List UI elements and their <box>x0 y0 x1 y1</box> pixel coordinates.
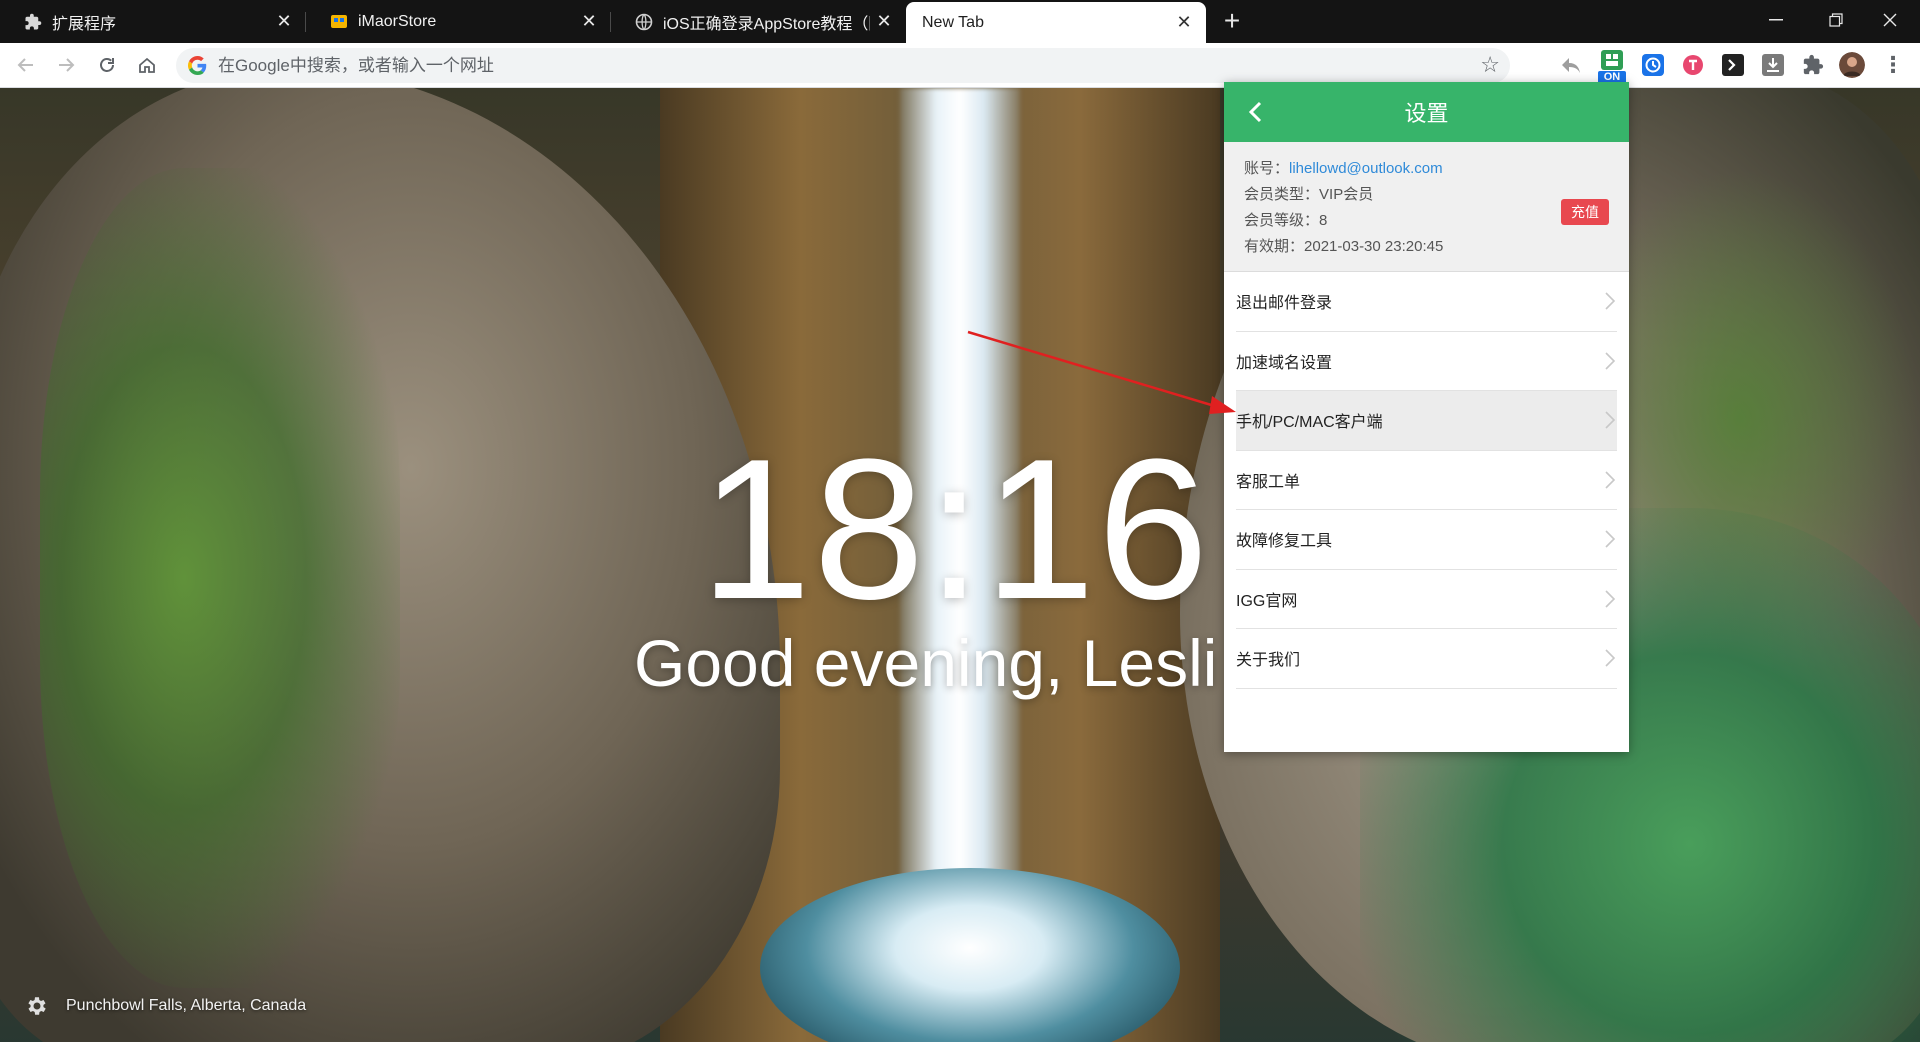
chevron-right-icon <box>1603 588 1617 610</box>
photo-credit: Punchbowl Falls, Alberta, Canada <box>24 994 306 1018</box>
chevron-right-icon <box>1603 528 1617 550</box>
menu-item-label: 客服工单 <box>1236 473 1301 491</box>
member-level-row: 会员等级：8 <box>1244 208 1609 234</box>
clock-time: 18:16 <box>700 418 1211 641</box>
chevron-right-icon <box>1603 647 1617 669</box>
globe-icon <box>635 13 653 31</box>
menu-item-repair-tool[interactable]: 故障修复工具 <box>1236 510 1617 570</box>
close-tab-icon[interactable]: ✕ <box>575 8 603 36</box>
restore-icon[interactable] <box>1806 0 1866 40</box>
tab-extensions[interactable]: 扩展程序 ✕ <box>0 0 306 43</box>
reply-arrow-icon[interactable] <box>1558 52 1584 78</box>
close-window-icon[interactable] <box>1860 0 1920 40</box>
chevron-right-icon <box>1603 409 1617 431</box>
chevron-right-icon <box>1603 350 1617 372</box>
member-type-value: VIP会员 <box>1319 186 1374 203</box>
minimize-icon[interactable] <box>1746 0 1806 40</box>
account-info: 账号：lihellowd@outlook.com 会员类型：VIP会员 会员等级… <box>1224 142 1629 272</box>
tab-strip: 扩展程序 ✕ iMaorStore ✕ iOS正确登录AppStore教程（防 … <box>0 0 1920 43</box>
popup-title: 设置 <box>1404 101 1449 126</box>
more-menu-icon[interactable]: ⋮ <box>1880 52 1906 78</box>
menu-item-domain-settings[interactable]: 加速域名设置 <box>1236 332 1617 391</box>
expiry-row: 有效期：2021-03-30 23:20:45 <box>1244 234 1609 260</box>
download-extension-icon[interactable] <box>1760 52 1786 78</box>
menu-item-clients[interactable]: 手机/PC/MAC客户端 <box>1236 391 1617 451</box>
terminal-extension-icon[interactable] <box>1720 52 1746 78</box>
menu-item-label: 加速域名设置 <box>1236 354 1333 372</box>
address-bar[interactable]: ☆ <box>176 48 1510 83</box>
google-icon <box>187 56 207 75</box>
menu-item-support-ticket[interactable]: 客服工单 <box>1236 451 1617 510</box>
settings-menu: 退出邮件登录 加速域名设置 手机/PC/MAC客户端 客服工单 故障修复工具 I… <box>1224 272 1629 689</box>
back-chevron-icon[interactable] <box>1240 96 1272 128</box>
tab-ios-tutorial[interactable]: iOS正确登录AppStore教程（防 ✕ <box>611 0 906 43</box>
tab-imaorstore[interactable]: iMaorStore ✕ <box>306 0 611 43</box>
close-tab-icon[interactable]: ✕ <box>870 8 898 36</box>
menu-item-igg-website[interactable]: IGG官网 <box>1236 570 1617 629</box>
puzzle-icon <box>24 13 42 31</box>
close-tab-icon[interactable]: ✕ <box>1170 9 1198 37</box>
member-level-label: 会员等级： <box>1244 212 1320 229</box>
gear-icon[interactable] <box>24 994 48 1018</box>
chevron-right-icon <box>1603 469 1617 491</box>
popup-header: 设置 <box>1224 82 1629 142</box>
menu-item-label: 手机/PC/MAC客户端 <box>1236 414 1383 432</box>
tab-title: iOS正确登录AppStore教程（防 <box>663 15 870 33</box>
clock-extension-icon[interactable] <box>1640 52 1666 78</box>
tab-title: New Tab <box>922 13 984 31</box>
menu-item-logout-email[interactable]: 退出邮件登录 <box>1236 272 1617 332</box>
forward-arrow-icon[interactable] <box>50 49 82 81</box>
greeting-text: Good evening, Lesli <box>634 626 1218 700</box>
back-arrow-icon[interactable] <box>10 49 42 81</box>
close-tab-icon[interactable]: ✕ <box>270 8 298 36</box>
expiry-value: 2021-03-30 23:20:45 <box>1304 238 1444 255</box>
chevron-right-icon <box>1603 290 1617 312</box>
member-type-row: 会员类型：VIP会员 <box>1244 182 1609 208</box>
profile-avatar[interactable] <box>1839 52 1865 78</box>
extensions-puzzle-icon[interactable] <box>1800 52 1826 78</box>
home-icon[interactable] <box>131 49 163 81</box>
reload-icon[interactable] <box>91 49 123 81</box>
browser-toolbar: ☆ ON ⋮ <box>0 43 1920 88</box>
account-email-label: 账号： <box>1244 160 1290 177</box>
menu-item-label: 故障修复工具 <box>1236 533 1333 551</box>
tab-new-tab[interactable]: New Tab ✕ <box>906 2 1206 43</box>
settings-popup: 设置 账号：lihellowd@outlook.com 会员类型：VIP会员 会… <box>1224 82 1629 752</box>
translate-extension-icon[interactable] <box>1680 52 1706 78</box>
account-email[interactable]: lihellowd@outlook.com <box>1289 160 1443 177</box>
menu-item-label: IGG官网 <box>1236 592 1298 610</box>
accelerator-extension-icon[interactable]: ON <box>1598 50 1626 84</box>
expiry-label: 有效期： <box>1244 238 1305 255</box>
menu-item-label: 关于我们 <box>1236 652 1301 670</box>
tab-title: 扩展程序 <box>52 15 117 33</box>
photo-location-text[interactable]: Punchbowl Falls, Alberta, Canada <box>66 997 306 1015</box>
menu-item-label: 退出邮件登录 <box>1236 295 1333 313</box>
account-email-row: 账号：lihellowd@outlook.com <box>1244 156 1609 182</box>
bookmark-star-icon[interactable]: ☆ <box>1480 52 1500 78</box>
recharge-button[interactable]: 充值 <box>1561 199 1609 225</box>
member-type-label: 会员类型： <box>1244 186 1320 203</box>
omnibox-input[interactable] <box>218 48 1438 83</box>
new-tab-button[interactable]: + <box>1216 6 1248 38</box>
menu-item-about-us[interactable]: 关于我们 <box>1236 629 1617 689</box>
member-level-value: 8 <box>1319 212 1328 229</box>
store-icon <box>330 13 348 31</box>
tab-title: iMaorStore <box>358 12 437 30</box>
